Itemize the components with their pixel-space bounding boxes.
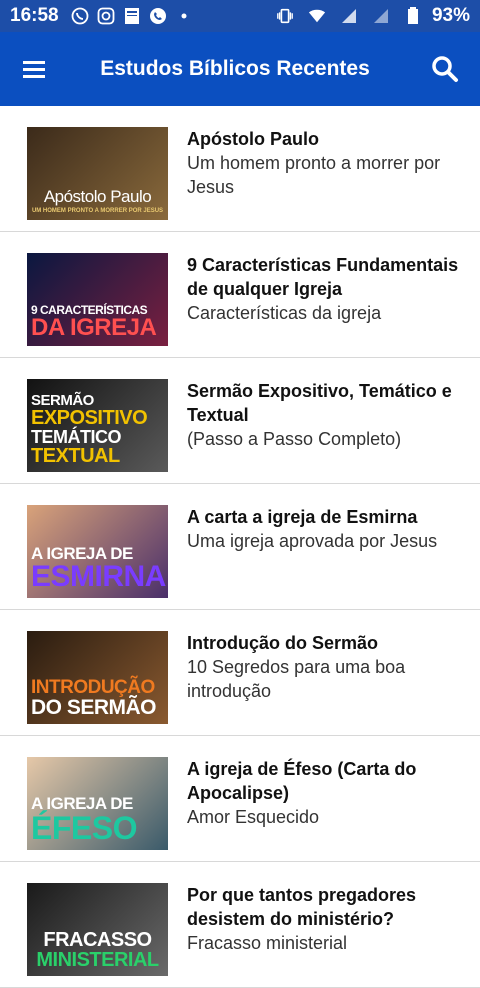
app-bar: Estudos Bíblicos Recentes [0, 32, 480, 106]
search-icon[interactable] [410, 55, 480, 83]
page-title: Estudos Bíblicos Recentes [100, 57, 370, 80]
article-subtitle: Uma igreja aprovada por Jesus [187, 531, 438, 551]
phone-icon [149, 7, 167, 25]
article-subtitle: Fracasso ministerial [187, 933, 348, 953]
article-title: 9 Características Fundamentais de qualqu… [187, 255, 459, 299]
article-thumbnail: A IGREJA DE ÉFESO [27, 757, 168, 850]
thumbnail-caption: A IGREJA DE ESMIRNA [31, 544, 166, 593]
whatsapp-icon [71, 7, 89, 25]
list-item[interactable]: A IGREJA DE ÉFESO A igreja de Éfeso (Car… [0, 736, 480, 862]
article-thumbnail: INTRODUÇÃO DO SERMÃO [27, 631, 168, 724]
hamburger-menu-icon[interactable] [0, 59, 70, 79]
article-title: Apóstolo Paulo [187, 129, 319, 149]
article-title: A igreja de Éfeso (Carta do Apocalipse) [187, 759, 417, 803]
article-title: Sermão Expositivo, Temático e Textual [187, 381, 452, 425]
article-title: A carta a igreja de Esmirna [187, 507, 418, 527]
status-time: 16:58 [10, 5, 59, 26]
article-subtitle: Amor Esquecido [187, 807, 320, 827]
article-thumbnail: 9 CARACTERÍSTICAS DA IGREJA [27, 253, 168, 346]
status-bar: 16:58 93% [0, 0, 480, 32]
thumbnail-caption: 9 CARACTERÍSTICAS DA IGREJA [31, 303, 157, 341]
list-item[interactable]: A IGREJA DE ESMIRNA A carta a igreja de … [0, 484, 480, 610]
article-thumbnail: FRACASSO MINISTERIAL [27, 883, 168, 976]
article-title: Por que tantos pregadores desistem do mi… [187, 885, 417, 929]
thumbnail-caption: INTRODUÇÃO DO SERMÃO [31, 677, 157, 719]
article-thumbnail: Apóstolo Paulo UM HOMEM PRONTO A MORRER … [27, 127, 168, 220]
battery-percent: 93% [431, 5, 470, 26]
thumbnail-caption: A IGREJA DE ÉFESO [31, 794, 137, 846]
article-subtitle: (Passo a Passo Completo) [187, 429, 402, 449]
list-item[interactable]: 9 CARACTERÍSTICAS DA IGREJA 9 Caracterís… [0, 232, 480, 358]
article-subtitle: Características da igreja [187, 303, 382, 323]
list-item[interactable]: FRACASSO MINISTERIAL Por que tantos preg… [0, 862, 480, 988]
signal-icon [340, 7, 358, 25]
article-title: Introdução do Sermão [187, 633, 379, 653]
list-item[interactable]: INTRODUÇÃO DO SERMÃO Introdução do Sermã… [0, 610, 480, 736]
vibrate-icon [276, 7, 294, 25]
list-item[interactable]: Apóstolo Paulo UM HOMEM PRONTO A MORRER … [0, 106, 480, 232]
article-list: Apóstolo Paulo UM HOMEM PRONTO A MORRER … [0, 106, 480, 988]
article-thumbnail: A IGREJA DE ESMIRNA [27, 505, 168, 598]
list-item[interactable]: SERMÃO EXPOSITIVO TEMÁTICO TEXTUAL Sermã… [0, 358, 480, 484]
thumbnail-caption: FRACASSO MINISTERIAL [36, 929, 159, 971]
dot-icon [175, 7, 193, 25]
article-subtitle: 10 Segredos para uma boa introdução [187, 657, 406, 701]
battery-icon [404, 7, 422, 25]
thumbnail-caption: SERMÃO EXPOSITIVO TEMÁTICO TEXTUAL [31, 392, 148, 467]
instagram-icon [97, 7, 115, 25]
signal-icon [372, 7, 390, 25]
article-thumbnail: SERMÃO EXPOSITIVO TEMÁTICO TEXTUAL [27, 379, 168, 472]
article-subtitle: Um homem pronto a morrer por Jesus [187, 153, 441, 197]
bible-app-icon [123, 7, 141, 25]
thumbnail-caption: Apóstolo Paulo UM HOMEM PRONTO A MORRER … [31, 187, 164, 214]
wifi-icon [308, 7, 326, 25]
